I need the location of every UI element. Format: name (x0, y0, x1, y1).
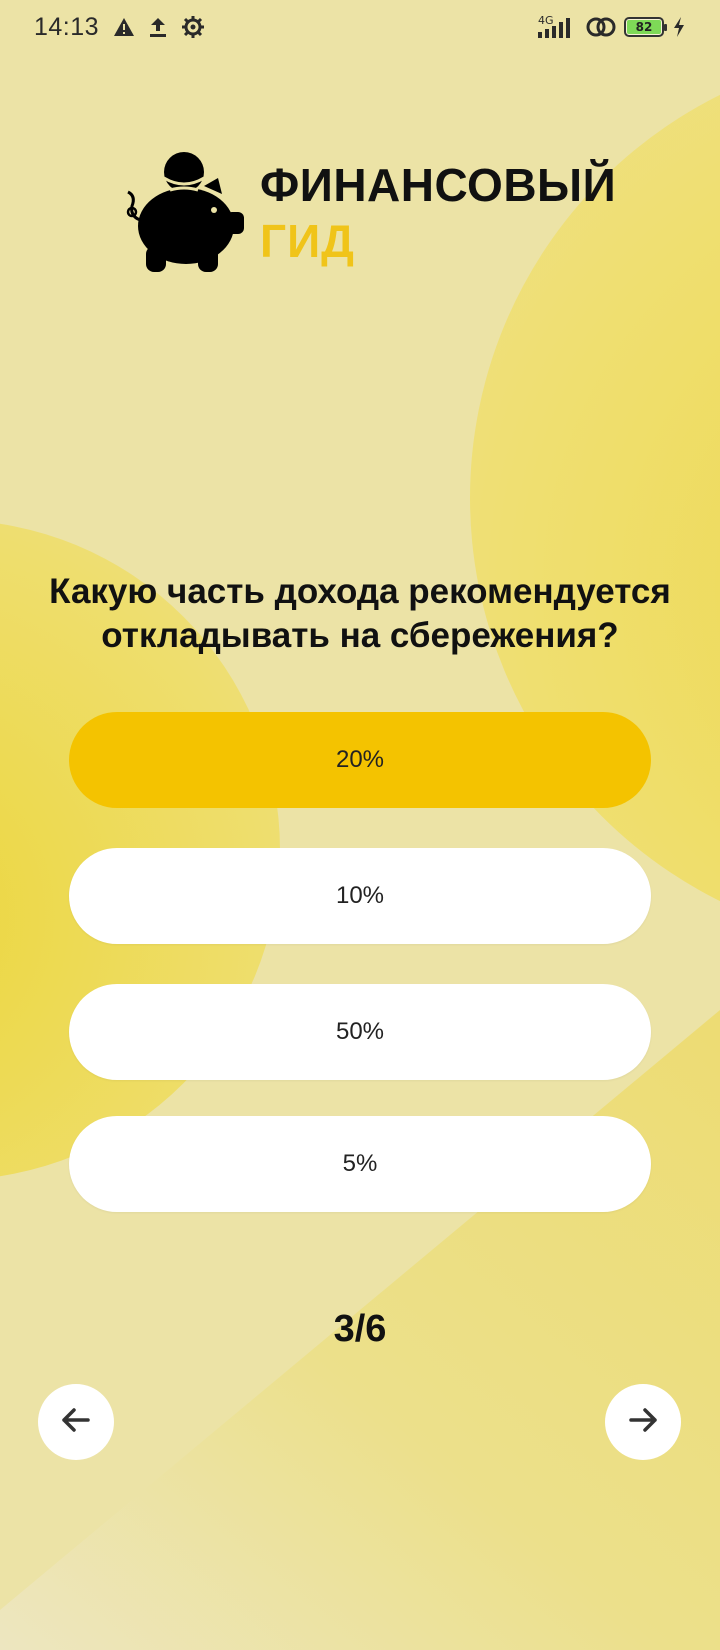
charging-icon (672, 16, 686, 38)
logo-subtitle: ГИД (260, 215, 355, 267)
question-progress: 3/6 (333, 1308, 387, 1350)
svg-text:4G: 4G (538, 14, 554, 27)
question-text: Какую часть дохода рекомендуется отклады… (49, 572, 671, 655)
piggy-bank-icon (126, 150, 256, 285)
app-logo: ФИНАНСОВЫЙ ГИД (126, 150, 616, 285)
warning-icon (113, 17, 135, 37)
arrow-right-icon (625, 1402, 661, 1443)
arrow-left-icon (58, 1402, 94, 1443)
signal-icon: 4G (536, 14, 578, 40)
answer-option-selected[interactable]: 20% (69, 712, 651, 808)
answer-option[interactable]: 50% (69, 984, 651, 1080)
battery-level: 82 (627, 20, 661, 34)
battery-icon: 82 (624, 17, 667, 37)
logo-title: ФИНАНСОВЫЙ (260, 159, 617, 211)
answer-list: 20% 10% 50% 5% (69, 712, 651, 1252)
upload-icon (149, 16, 167, 38)
previous-button[interactable] (38, 1384, 114, 1460)
settings-gear-icon (181, 15, 205, 39)
link-icon (586, 16, 616, 38)
answer-option[interactable]: 5% (69, 1116, 651, 1212)
answer-option[interactable]: 10% (69, 848, 651, 944)
next-button[interactable] (605, 1384, 681, 1460)
status-bar: 14:13 4G 82 (0, 0, 720, 54)
status-time: 14:13 (34, 12, 100, 41)
